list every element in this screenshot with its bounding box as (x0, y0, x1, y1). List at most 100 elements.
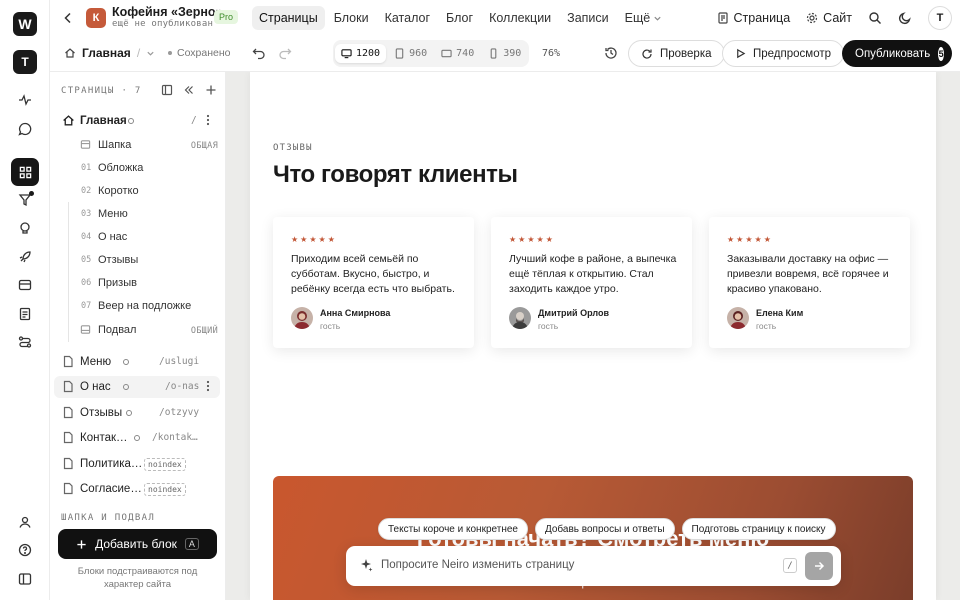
document-icon[interactable] (11, 300, 39, 328)
add-block-button[interactable]: Добавить блок A (58, 529, 217, 559)
review-button[interactable]: Проверка (628, 40, 725, 67)
send-button[interactable] (805, 552, 833, 580)
nav-records[interactable]: Записи (560, 6, 616, 30)
redo-icon[interactable] (278, 46, 292, 60)
ai-prompt-bar[interactable]: Попросите Neiro изменить страницу / (346, 546, 841, 586)
site-link[interactable]: Сайт (806, 11, 852, 25)
project-logo[interactable]: К (86, 8, 106, 28)
block-item[interactable]: 06 Призыв (54, 273, 220, 295)
viewport-960[interactable]: 960 (388, 44, 433, 63)
blocks-icon[interactable] (11, 158, 39, 186)
collapse-icon[interactable] (183, 84, 195, 96)
sidebar-item-policy[interactable]: Политика… noindex (54, 453, 220, 475)
block-item-footer[interactable]: Подвал ОБЩИЙ (54, 320, 220, 342)
sidebar-item-home[interactable]: Главная / (54, 110, 220, 132)
viewport-960-label: 960 (409, 48, 428, 59)
project-status: ещё не опубликован (112, 19, 214, 29)
page-slug: / (191, 115, 197, 126)
nav-collections[interactable]: Коллекции (482, 6, 558, 30)
gear-icon (807, 12, 818, 24)
funnel-icon[interactable] (11, 186, 39, 214)
nav-pages[interactable]: Страницы (252, 6, 325, 30)
chat-icon[interactable] (11, 115, 39, 143)
sidebar-item-about[interactable]: О нас /o-nas (54, 376, 220, 398)
suggestion-chip[interactable]: Добавь вопросы и ответы (534, 518, 675, 540)
status-dot (126, 410, 132, 416)
site-link-label: Сайт (823, 11, 852, 25)
chevron-down-icon[interactable] (146, 49, 155, 58)
block-label: Отзывы (98, 254, 139, 266)
help-icon[interactable] (11, 536, 39, 564)
activity-icon[interactable] (11, 86, 39, 114)
suggestion-chip[interactable]: Подготовь страницу к поиску (681, 518, 836, 540)
sidebar-item-menu[interactable]: Меню /uslugi (54, 351, 220, 373)
review-card[interactable]: ★★★★★ Приходим всей семьёй по субботам. … (273, 217, 474, 348)
media-icon[interactable] (11, 271, 39, 299)
page-slug: /otzyvy (159, 407, 200, 418)
arrow-right-icon (815, 561, 825, 571)
layout-icon[interactable] (161, 84, 173, 96)
section-heading[interactable]: Что говорят клиенты (273, 161, 518, 189)
suggestion-chip[interactable]: Тексты короче и конкретнее (378, 518, 528, 540)
more-icon[interactable] (202, 379, 214, 393)
block-item[interactable]: 03 Меню (54, 204, 220, 226)
viewport-740[interactable]: 740 (435, 44, 480, 63)
desktop-icon (341, 49, 352, 59)
project-name[interactable]: Кофейня «Зерно» (112, 5, 223, 19)
block-label: Обложка (98, 162, 144, 174)
nav-blog[interactable]: Блог (439, 6, 480, 30)
review-text: Лучший кофе в районе, а выпечка ещё тёпл… (509, 253, 677, 295)
block-item[interactable]: 04 О нас (54, 227, 220, 249)
panel-icon[interactable] (11, 565, 39, 593)
viewport-1200[interactable]: 1200 (335, 44, 387, 63)
rating-stars: ★★★★★ (509, 235, 555, 244)
history-icon[interactable] (604, 46, 618, 60)
sidebar-item-label: Главная (80, 115, 127, 127)
more-icon[interactable] (202, 113, 214, 127)
sidebar-item-reviews[interactable]: Отзывы /otzyvy (54, 402, 220, 424)
rocket-icon[interactable] (11, 243, 39, 271)
nav-more[interactable]: Ещё (618, 6, 670, 30)
flow-icon[interactable] (11, 328, 39, 356)
publish-button[interactable]: Опубликовать 5 (842, 40, 952, 67)
review-card[interactable]: ★★★★★ Лучший кофе в районе, а выпечка ещ… (491, 217, 692, 348)
sidebar-item-contacts[interactable]: Контак… /kontak… (54, 427, 220, 449)
block-label: Подвал (98, 324, 137, 336)
zoom-level[interactable]: 76% (542, 48, 560, 59)
account-logo[interactable]: T (13, 50, 37, 74)
plus-icon[interactable] (205, 84, 217, 96)
viewport-390[interactable]: 390 (482, 44, 527, 63)
block-label: О нас (98, 231, 128, 243)
review-card[interactable]: ★★★★★ Заказывали доставку на офис — прив… (709, 217, 910, 348)
search-icon[interactable] (868, 11, 882, 25)
viewport-740-label: 740 (456, 48, 475, 59)
page-title[interactable]: Главная (82, 46, 131, 60)
breadcrumb-separator: / (136, 46, 141, 60)
block-item[interactable]: 02 Коротко (54, 181, 220, 203)
nav-catalog[interactable]: Каталог (378, 6, 437, 30)
block-item-header[interactable]: Шапка ОБЩАЯ (54, 135, 220, 157)
viewport-390-label: 390 (503, 48, 522, 59)
sidebar-item-consent[interactable]: Согласие… noindex (54, 478, 220, 500)
block-item[interactable]: 05 Отзывы (54, 250, 220, 272)
workspace-logo[interactable]: W (13, 12, 37, 36)
save-status: Сохранено (168, 47, 231, 59)
top-bar: К Кофейня «Зерно» ещё не опубликован Pro… (50, 0, 960, 36)
saved-dot (168, 51, 172, 55)
user-icon[interactable] (11, 508, 39, 536)
moon-icon[interactable] (898, 11, 912, 25)
avatar (291, 307, 313, 329)
sidebar-item-label: О нас (80, 381, 111, 393)
ai-prompt-input[interactable]: Попросите Neiro изменить страницу (381, 559, 574, 571)
home-icon (65, 48, 75, 58)
block-item[interactable]: 01 Обложка (54, 158, 220, 180)
undo-icon[interactable] (252, 46, 266, 60)
nav-blocks[interactable]: Блоки (327, 6, 376, 30)
block-number: 05 (81, 255, 92, 265)
page-link[interactable]: Страница (717, 11, 790, 25)
back-icon[interactable] (60, 10, 76, 26)
preview-button[interactable]: Предпросмотр (722, 40, 844, 67)
user-avatar[interactable]: T (928, 6, 952, 30)
block-item[interactable]: 07 Веер на подложке (54, 296, 220, 318)
brain-icon[interactable] (11, 214, 39, 242)
